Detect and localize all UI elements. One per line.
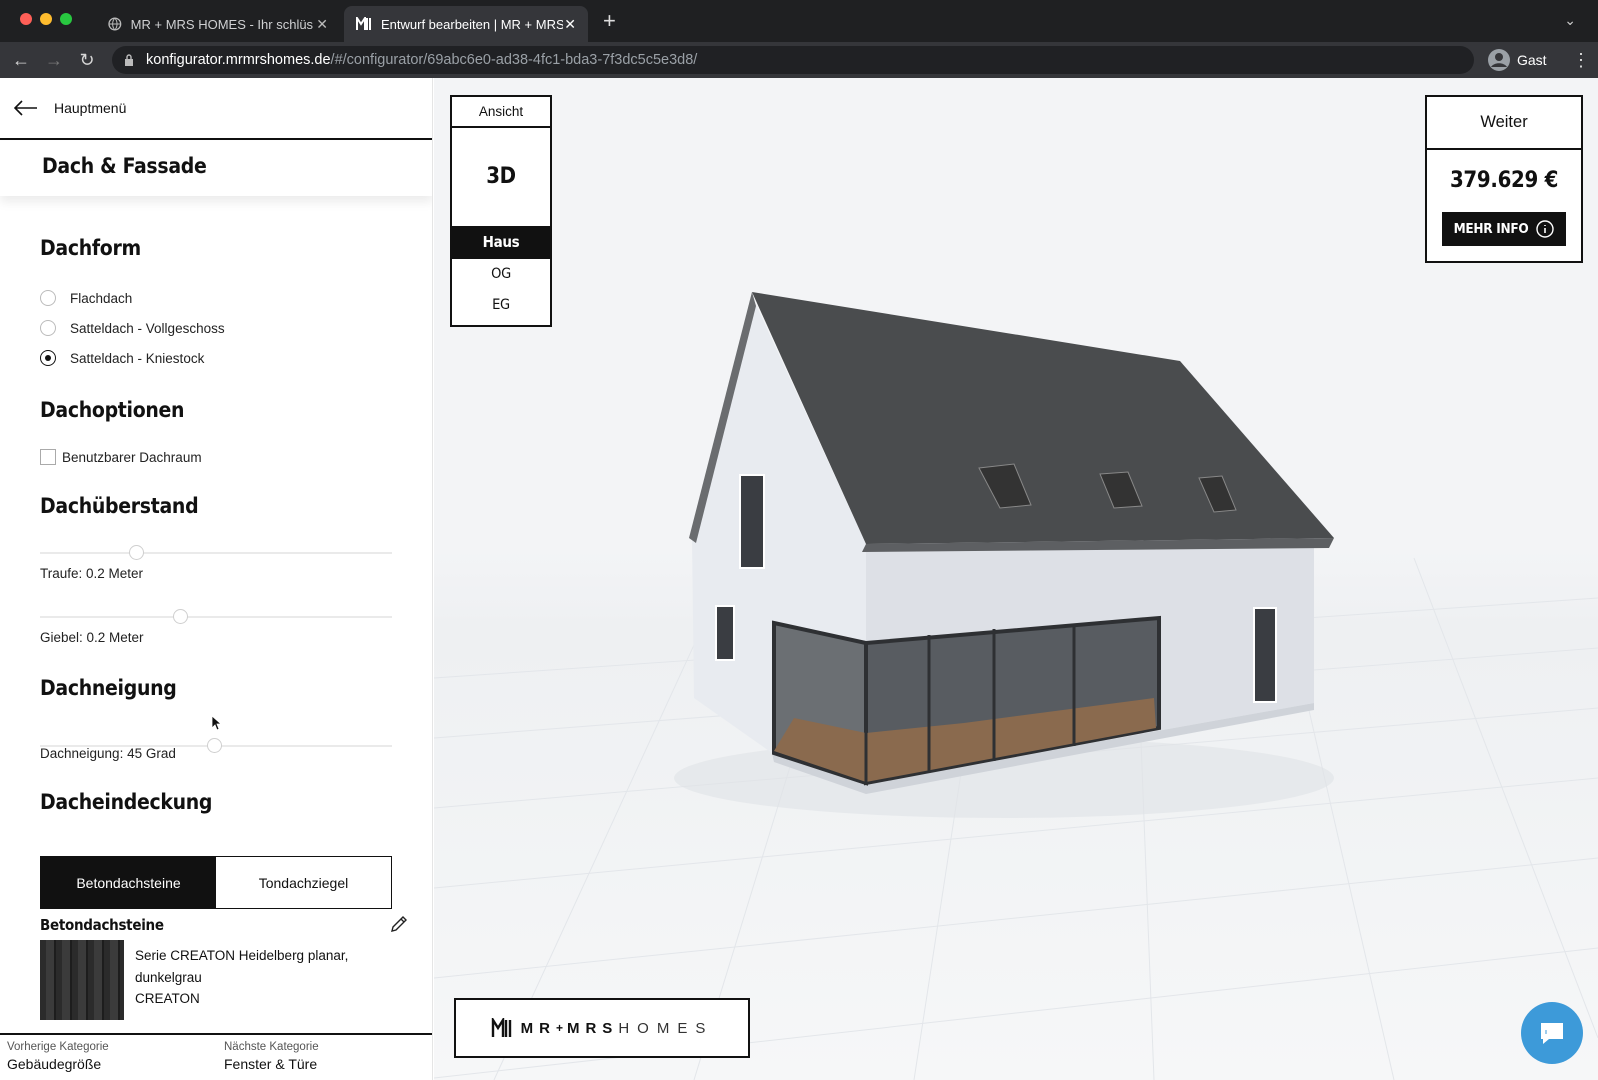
- ansicht-label: Ansicht: [452, 97, 550, 128]
- dacheindeckung-tabs: Betondachsteine Tondachziegel: [40, 856, 392, 909]
- level-haus-button[interactable]: Haus: [452, 226, 550, 259]
- dachform-heading: Dachform: [40, 236, 141, 260]
- logo-mrs: MRS: [566, 1019, 619, 1037]
- avatar-icon: [1488, 49, 1510, 71]
- mrmrs-favicon-icon: [356, 17, 371, 30]
- prev-category-caption: Vorherige Kategorie: [7, 1041, 109, 1053]
- chat-bubble-icon: [1541, 1023, 1563, 1044]
- slider-handle[interactable]: [207, 738, 222, 753]
- selection-title: Betondachsteine: [40, 916, 164, 934]
- dacheindeckung-heading: Dacheindeckung: [40, 790, 213, 814]
- house-3d-render: [674, 292, 1334, 818]
- info-icon: [1536, 220, 1555, 238]
- pencil-edit-icon[interactable]: [389, 914, 409, 934]
- logo-plus: +: [555, 1021, 563, 1035]
- mehr-info-button[interactable]: MEHR INFO: [1442, 212, 1566, 246]
- logo-homes: HOMES: [618, 1019, 714, 1037]
- url-host: konfigurator.mrmrshomes.de: [146, 52, 331, 68]
- slider-handle[interactable]: [129, 545, 144, 560]
- traufe-label: Traufe: 0.2 Meter: [40, 566, 144, 581]
- address-bar[interactable]: konfigurator.mrmrshomes.de/#/configurato…: [112, 46, 1474, 74]
- dachneigung-label: Dachneigung: 45 Grad: [40, 746, 176, 761]
- mouse-cursor-icon: [211, 715, 221, 731]
- view-mode-3d-button[interactable]: 3D: [452, 128, 550, 226]
- arrow-left-icon: [14, 100, 37, 116]
- tab-close-icon[interactable]: ✕: [564, 16, 576, 33]
- tab-close-icon[interactable]: ✕: [316, 16, 328, 33]
- level-og-button[interactable]: OG: [452, 259, 550, 290]
- traufe-slider[interactable]: [40, 545, 392, 560]
- radio-label: Flachdach: [70, 290, 133, 306]
- lock-icon: [125, 54, 133, 66]
- chat-button[interactable]: [1521, 1002, 1583, 1064]
- roof-tile-thumbnail: [40, 940, 124, 1020]
- radio-satteldach-kniestock[interactable]: Satteldach - Kniestock: [40, 350, 204, 366]
- price-panel: Weiter 379.629 € MEHR INFO: [1425, 95, 1583, 263]
- dachoptionen-heading: Dachoptionen: [40, 398, 185, 422]
- tab-betondachsteine[interactable]: Betondachsteine: [41, 857, 216, 908]
- prev-category-link[interactable]: Vorherige Kategorie Gebäudegröße: [7, 1041, 109, 1072]
- browser-tab-strip: MR + MRS HOMES - Ihr schlüs ✕ Entwurf be…: [0, 0, 1598, 42]
- tab-entwurf[interactable]: Entwurf bearbeiten | MR + MRS ✕: [344, 6, 588, 42]
- brand-logo: MR + MRS HOMES: [454, 998, 750, 1058]
- category-footer: Vorherige Kategorie Gebäudegröße Nächste…: [0, 1033, 432, 1080]
- product-brand: CREATON: [135, 991, 200, 1006]
- weiter-button[interactable]: Weiter: [1427, 97, 1581, 150]
- main-menu-back[interactable]: Hauptmenü: [0, 78, 432, 140]
- profile-button[interactable]: Gast: [1487, 48, 1547, 72]
- minimize-window-button[interactable]: [40, 13, 52, 25]
- tab-search-chevron-icon[interactable]: ⌄: [1564, 12, 1576, 29]
- next-category-caption: Nächste Kategorie: [224, 1041, 319, 1053]
- next-category-link[interactable]: Nächste Kategorie Fenster & Türe: [224, 1041, 319, 1072]
- new-tab-button[interactable]: +: [603, 10, 616, 32]
- level-eg-button[interactable]: EG: [452, 290, 550, 321]
- tab-mrmrs-home[interactable]: MR + MRS HOMES - Ihr schlüs ✕: [96, 6, 340, 42]
- profile-name: Gast: [1517, 52, 1547, 68]
- product-name-line2: dunkelgrau: [135, 970, 202, 985]
- giebel-slider[interactable]: [40, 609, 392, 624]
- 3d-viewport[interactable]: Ansicht 3D Haus OG EG Weiter 379.629 € M…: [434, 78, 1598, 1080]
- radio-label: Satteldach - Kniestock: [70, 350, 205, 366]
- logo-mr: MR: [520, 1019, 556, 1037]
- checkbox-label: Benutzbarer Dachraum: [62, 449, 202, 465]
- kebab-menu-icon[interactable]: ⋮: [1572, 48, 1590, 72]
- product-name-line1: Serie CREATON Heidelberg planar,: [135, 948, 349, 963]
- tab-title: Entwurf bearbeiten | MR + MRS: [381, 16, 563, 32]
- total-price: 379.629 €: [1449, 168, 1559, 193]
- radio-flachdach[interactable]: Flachdach: [40, 290, 132, 306]
- back-arrow-icon[interactable]: ←: [9, 48, 33, 72]
- dachneigung-heading: Dachneigung: [40, 676, 177, 700]
- giebel-label: Giebel: 0.2 Meter: [40, 630, 144, 645]
- radio-label: Satteldach - Vollgeschoss: [70, 320, 225, 336]
- radio-icon[interactable]: [40, 320, 56, 336]
- radio-selected-icon[interactable]: [40, 350, 56, 366]
- forward-arrow-icon[interactable]: →: [42, 48, 66, 72]
- slider-handle[interactable]: [173, 609, 188, 624]
- configurator-sidebar: Hauptmenü Dach & Fassade Dachform Flachd…: [0, 78, 433, 1080]
- url-path: /#/configurator/69abc6e0-ad38-4fc1-bda3-…: [330, 52, 698, 68]
- back-label: Hauptmenü: [54, 100, 127, 116]
- section-title: Dach & Fassade: [0, 141, 432, 196]
- checkbox-icon[interactable]: [40, 449, 56, 465]
- view-selector: Ansicht 3D Haus OG EG: [450, 95, 552, 327]
- tab-tondachziegel[interactable]: Tondachziegel: [216, 857, 391, 908]
- globe-icon: [108, 17, 122, 31]
- prev-category-value: Gebäudegröße: [7, 1056, 102, 1072]
- close-window-button[interactable]: [20, 13, 32, 25]
- dachueberstand-heading: Dachüberstand: [40, 494, 199, 518]
- reload-icon[interactable]: ↻: [75, 48, 99, 72]
- radio-icon[interactable]: [40, 290, 56, 306]
- mrmrs-logo-icon: [491, 1018, 511, 1037]
- tab-title: MR + MRS HOMES - Ihr schlüs: [130, 16, 314, 32]
- browser-toolbar: ← → ↻ konfigurator.mrmrshomes.de/#/confi…: [0, 42, 1598, 78]
- mehr-info-label: MEHR INFO: [1453, 221, 1529, 237]
- radio-satteldach-vollgeschoss[interactable]: Satteldach - Vollgeschoss: [40, 320, 225, 336]
- checkbox-benutzbarer-dachraum[interactable]: Benutzbarer Dachraum: [40, 449, 202, 465]
- zoom-window-button[interactable]: [60, 13, 72, 25]
- next-category-value: Fenster & Türe: [224, 1056, 318, 1072]
